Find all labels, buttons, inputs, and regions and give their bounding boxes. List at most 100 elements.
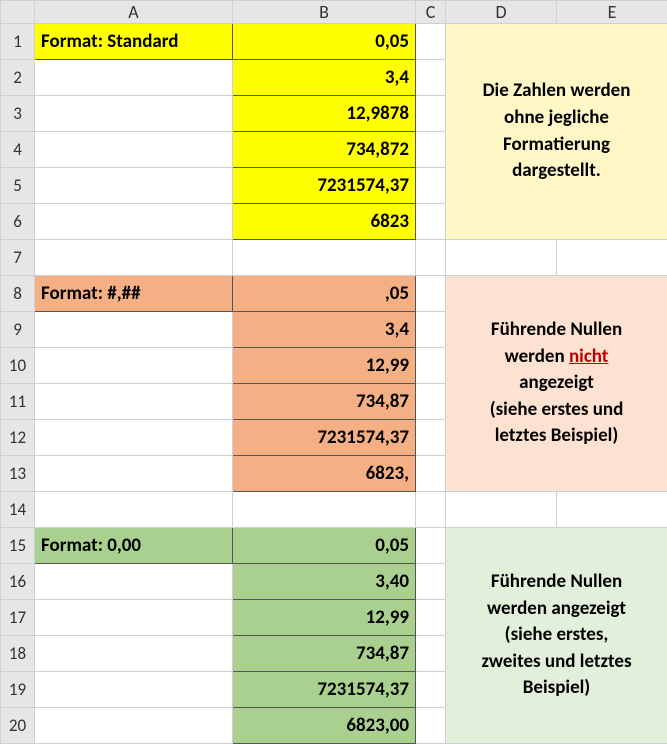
cell-B18[interactable]: 734,87 bbox=[233, 636, 416, 672]
note-hash[interactable]: Führende Nullen werden nicht angezeigt (… bbox=[446, 276, 667, 492]
cell-B11[interactable]: 734,87 bbox=[233, 384, 416, 420]
cell-B7[interactable] bbox=[233, 240, 416, 276]
cell-C12[interactable] bbox=[416, 420, 446, 456]
cell-B3[interactable]: 12,9878 bbox=[233, 96, 416, 132]
cell-A15[interactable]: Format: 0,00 bbox=[35, 528, 233, 564]
cell-A6[interactable] bbox=[35, 204, 233, 240]
cell-B4[interactable]: 734,872 bbox=[233, 132, 416, 168]
cell-A2[interactable] bbox=[35, 60, 233, 96]
cell-C3[interactable] bbox=[416, 96, 446, 132]
cell-E7[interactable] bbox=[557, 240, 667, 276]
select-all-corner[interactable] bbox=[1, 1, 35, 24]
cell-C2[interactable] bbox=[416, 60, 446, 96]
cell-B6[interactable]: 6823 bbox=[233, 204, 416, 240]
cell-B5[interactable]: 7231574,37 bbox=[233, 168, 416, 204]
cell-A18[interactable] bbox=[35, 636, 233, 672]
cell-C10[interactable] bbox=[416, 348, 446, 384]
row-header-19[interactable]: 19 bbox=[1, 672, 35, 708]
cell-A5[interactable] bbox=[35, 168, 233, 204]
cell-C13[interactable] bbox=[416, 456, 446, 492]
row-header-5[interactable]: 5 bbox=[1, 168, 35, 204]
note-zero[interactable]: Führende Nullen werden angezeigt (siehe … bbox=[446, 528, 667, 744]
cell-A11[interactable] bbox=[35, 384, 233, 420]
cell-C18[interactable] bbox=[416, 636, 446, 672]
cell-B14[interactable] bbox=[233, 492, 416, 528]
cell-B1[interactable]: 0,05 bbox=[233, 24, 416, 60]
row-header-11[interactable]: 11 bbox=[1, 384, 35, 420]
cell-B8[interactable]: ,05 bbox=[233, 276, 416, 312]
cell-B20[interactable]: 6823,00 bbox=[233, 708, 416, 744]
cell-C20[interactable] bbox=[416, 708, 446, 744]
cell-A13[interactable] bbox=[35, 456, 233, 492]
cell-C1[interactable] bbox=[416, 24, 446, 60]
cell-A7[interactable] bbox=[35, 240, 233, 276]
row-header-6[interactable]: 6 bbox=[1, 204, 35, 240]
cell-D14[interactable] bbox=[446, 492, 557, 528]
cell-A10[interactable] bbox=[35, 348, 233, 384]
col-header-C[interactable]: C bbox=[416, 1, 446, 24]
cell-C4[interactable] bbox=[416, 132, 446, 168]
cell-C19[interactable] bbox=[416, 672, 446, 708]
cell-D7[interactable] bbox=[446, 240, 557, 276]
cell-A17[interactable] bbox=[35, 600, 233, 636]
row-header-7[interactable]: 7 bbox=[1, 240, 35, 276]
col-header-E[interactable]: E bbox=[557, 1, 667, 24]
cell-C8[interactable] bbox=[416, 276, 446, 312]
row-header-14[interactable]: 14 bbox=[1, 492, 35, 528]
cell-C6[interactable] bbox=[416, 204, 446, 240]
cell-B16[interactable]: 3,40 bbox=[233, 564, 416, 600]
cell-B13[interactable]: 6823, bbox=[233, 456, 416, 492]
cell-C5[interactable] bbox=[416, 168, 446, 204]
cell-B15[interactable]: 0,05 bbox=[233, 528, 416, 564]
cell-A8[interactable]: Format: #,## bbox=[35, 276, 233, 312]
row-header-2[interactable]: 2 bbox=[1, 60, 35, 96]
cell-A14[interactable] bbox=[35, 492, 233, 528]
value: 0,05 bbox=[233, 24, 415, 59]
note-hash-text: Führende Nullen werden nicht angezeigt (… bbox=[446, 311, 667, 456]
row-header-17[interactable]: 17 bbox=[1, 600, 35, 636]
cell-E14[interactable] bbox=[557, 492, 667, 528]
value: 6823 bbox=[233, 204, 415, 239]
cell-A1[interactable]: Format: Standard bbox=[35, 24, 233, 60]
cell-C14[interactable] bbox=[416, 492, 446, 528]
cell-A16[interactable] bbox=[35, 564, 233, 600]
col-header-B[interactable]: B bbox=[233, 1, 416, 24]
format-label-zero: Format: 0,00 bbox=[35, 528, 232, 563]
cell-C16[interactable] bbox=[416, 564, 446, 600]
cell-A4[interactable] bbox=[35, 132, 233, 168]
cell-C7[interactable] bbox=[416, 240, 446, 276]
cell-A12[interactable] bbox=[35, 420, 233, 456]
cell-A3[interactable] bbox=[35, 96, 233, 132]
row-header-8[interactable]: 8 bbox=[1, 276, 35, 312]
value: 734,872 bbox=[233, 132, 415, 167]
row-header-20[interactable]: 20 bbox=[1, 708, 35, 744]
cell-C9[interactable] bbox=[416, 312, 446, 348]
col-header-D[interactable]: D bbox=[446, 1, 557, 24]
row-header-12[interactable]: 12 bbox=[1, 420, 35, 456]
cell-C11[interactable] bbox=[416, 384, 446, 420]
row-header-9[interactable]: 9 bbox=[1, 312, 35, 348]
cell-B9[interactable]: 3,4 bbox=[233, 312, 416, 348]
cell-B17[interactable]: 12,99 bbox=[233, 600, 416, 636]
row-header-15[interactable]: 15 bbox=[1, 528, 35, 564]
cell-B10[interactable]: 12,99 bbox=[233, 348, 416, 384]
row-header-13[interactable]: 13 bbox=[1, 456, 35, 492]
row-header-16[interactable]: 16 bbox=[1, 564, 35, 600]
cell-B12[interactable]: 7231574,37 bbox=[233, 420, 416, 456]
cell-A19[interactable] bbox=[35, 672, 233, 708]
cell-B2[interactable]: 3,4 bbox=[233, 60, 416, 96]
spreadsheet-grid[interactable]: A B C D E 1 Format: Standard 0,05 Die Za… bbox=[0, 0, 667, 744]
cell-A20[interactable] bbox=[35, 708, 233, 744]
note-standard[interactable]: Die Zahlen werden ohne jegliche Formatie… bbox=[446, 24, 667, 240]
cell-B19[interactable]: 7231574,37 bbox=[233, 672, 416, 708]
value: 7231574,37 bbox=[233, 168, 415, 203]
row-header-4[interactable]: 4 bbox=[1, 132, 35, 168]
cell-C15[interactable] bbox=[416, 528, 446, 564]
row-header-18[interactable]: 18 bbox=[1, 636, 35, 672]
row-header-3[interactable]: 3 bbox=[1, 96, 35, 132]
row-header-1[interactable]: 1 bbox=[1, 24, 35, 60]
col-header-A[interactable]: A bbox=[35, 1, 233, 24]
cell-A9[interactable] bbox=[35, 312, 233, 348]
cell-C17[interactable] bbox=[416, 600, 446, 636]
row-header-10[interactable]: 10 bbox=[1, 348, 35, 384]
